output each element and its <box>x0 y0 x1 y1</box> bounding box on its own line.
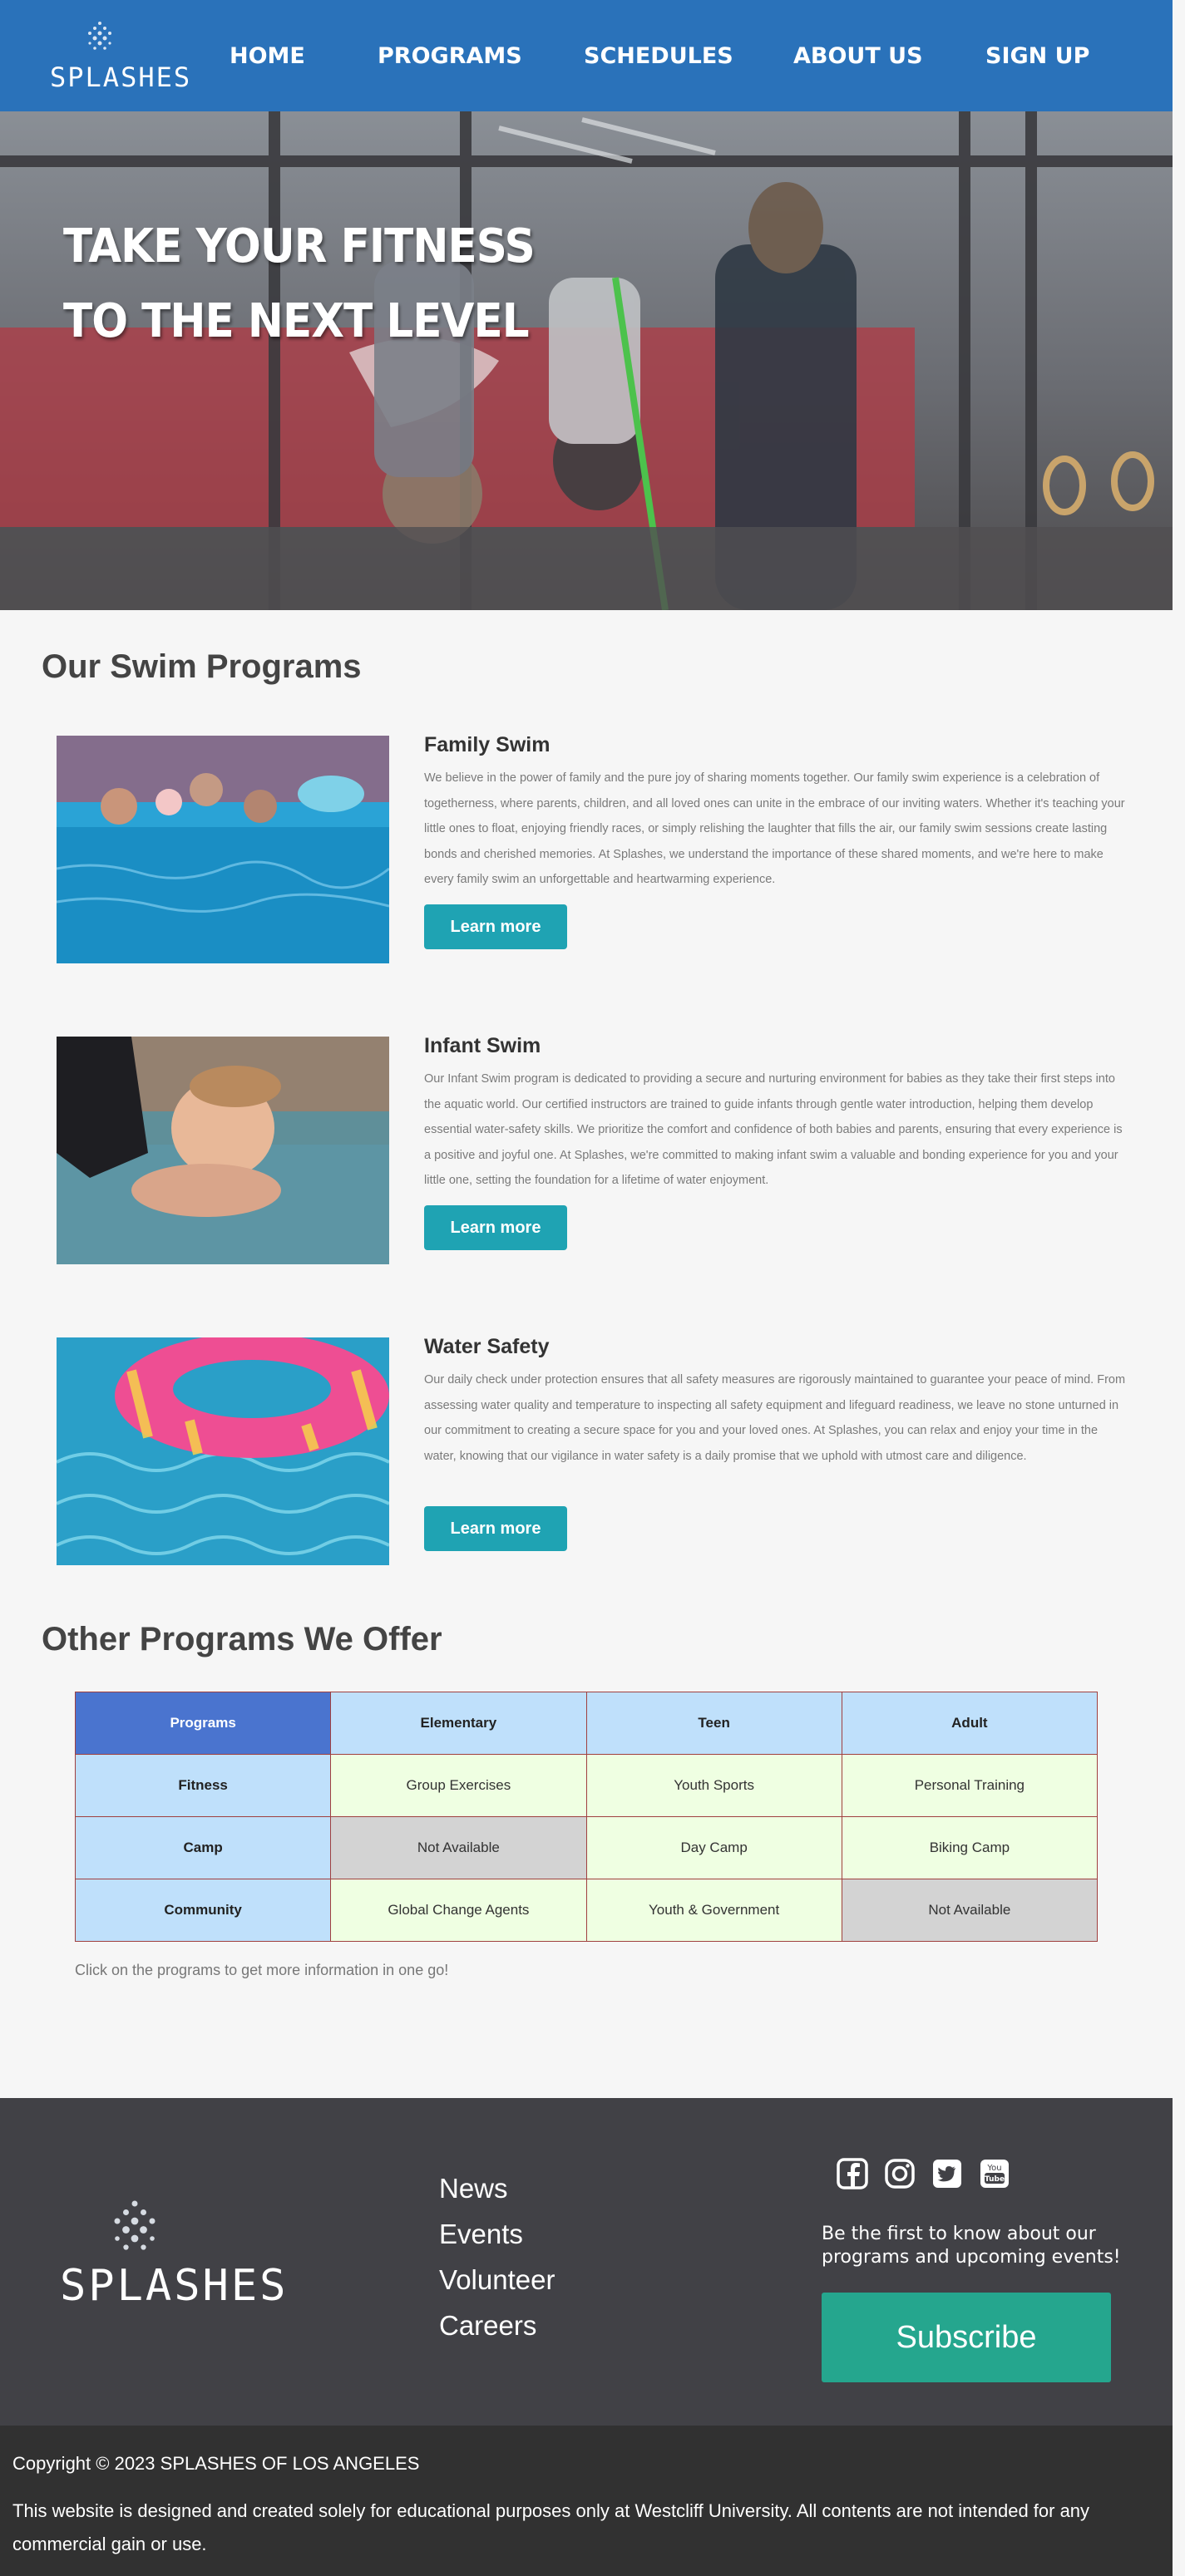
logo-mark-icon <box>114 2200 156 2250</box>
disclaimer-text: This website is designed and created sol… <box>12 2500 1090 2554</box>
hero-headline-line2: TO THE NEXT LEVEL <box>63 294 530 348</box>
logo[interactable]: SPLASHES <box>50 20 192 96</box>
table-cell[interactable]: Global Change Agents <box>330 1879 587 1942</box>
row-header: Camp <box>74 1816 332 1879</box>
program-title: Water Safety <box>424 1335 550 1358</box>
footer-logo-text: SPLASHES <box>60 2261 289 2311</box>
hero-banner: TAKE YOUR FITNESS TO THE NEXT LEVEL <box>0 111 1173 610</box>
table-row: Camp Not Available Day Camp Biking Camp <box>74 1816 1099 1879</box>
table-cell[interactable]: Day Camp <box>585 1816 842 1879</box>
nav-schedules[interactable]: SCHEDULES <box>584 43 733 69</box>
row-header: Community <box>74 1879 332 1942</box>
table-cell[interactable]: Personal Training <box>841 1754 1099 1817</box>
row-header: Fitness <box>74 1754 332 1817</box>
family-swim-image <box>57 736 389 963</box>
facebook-icon[interactable] <box>837 2158 868 2189</box>
hero-gym-image <box>0 111 1173 610</box>
table-cell[interactable]: Youth & Government <box>585 1879 842 1942</box>
table-header: Adult <box>841 1692 1099 1755</box>
table-row: Community Global Change Agents Youth & G… <box>74 1879 1099 1942</box>
water-safety-image <box>57 1337 389 1565</box>
program-title: Family Swim <box>424 733 551 756</box>
svg-text:You: You <box>986 2164 1001 2173</box>
table-row: Fitness Group Exercises Youth Sports Per… <box>74 1754 1099 1817</box>
nav-home[interactable]: HOME <box>230 43 305 69</box>
footer-link-events[interactable]: Events <box>439 2219 523 2250</box>
youtube-icon[interactable]: You Tube <box>979 2158 1010 2189</box>
site-footer: SPLASHES News Events Volunteer Careers Y… <box>0 2098 1173 2426</box>
nav-programs[interactable]: PROGRAMS <box>378 43 522 69</box>
footer-link-news[interactable]: News <box>439 2173 508 2204</box>
footer-logo[interactable]: SPLASHES <box>60 2198 289 2331</box>
site-header: SPLASHES HOME PROGRAMS SCHEDULES ABOUT U… <box>0 0 1173 111</box>
other-programs-title: Other Programs We Offer <box>42 1621 442 1657</box>
programs-table: Programs Elementary Teen Adult Fitness G… <box>74 1692 1099 1942</box>
program-description: We believe in the power of family and th… <box>424 771 1125 886</box>
nav-sign-up[interactable]: SIGN UP <box>985 43 1089 69</box>
footer-link-volunteer[interactable]: Volunteer <box>439 2264 555 2296</box>
program-description: Our daily check under protection ensures… <box>424 1373 1126 1463</box>
program-title: Infant Swim <box>424 1034 541 1057</box>
logo-mark-icon <box>88 22 111 50</box>
table-cell-unavailable: Not Available <box>330 1816 587 1879</box>
twitter-icon[interactable] <box>931 2158 963 2189</box>
program-description: Our Infant Swim program is dedicated to … <box>424 1072 1123 1187</box>
swim-programs-title: Our Swim Programs <box>42 648 362 685</box>
table-cell[interactable]: Group Exercises <box>330 1754 587 1817</box>
footer-tagline: Be the first to know about our programs … <box>822 2224 1121 2268</box>
subscribe-button[interactable]: Subscribe <box>822 2293 1111 2382</box>
table-cell[interactable]: Biking Camp <box>841 1816 1099 1879</box>
hero-headline-line1: TAKE YOUR FITNESS <box>63 219 536 273</box>
table-header-row: Programs Elementary Teen Adult <box>74 1692 1099 1755</box>
table-note: Click on the programs to get more inform… <box>75 1962 449 1978</box>
learn-more-button[interactable]: Learn more <box>424 1205 567 1250</box>
nav-about-us[interactable]: ABOUT US <box>793 43 923 69</box>
instagram-icon[interactable] <box>884 2158 916 2189</box>
footer-link-careers[interactable]: Careers <box>439 2310 536 2342</box>
learn-more-button[interactable]: Learn more <box>424 904 567 949</box>
svg-text:Tube: Tube <box>985 2175 1005 2184</box>
copyright-text: Copyright © 2023 SPLASHES OF LOS ANGELES <box>12 2453 420 2474</box>
copyright-bar: Copyright © 2023 SPLASHES OF LOS ANGELES… <box>0 2426 1173 2576</box>
table-header: Teen <box>585 1692 842 1755</box>
logo-text: SPLASHES <box>50 62 192 93</box>
table-header: Programs <box>74 1692 332 1755</box>
learn-more-button[interactable]: Learn more <box>424 1506 567 1551</box>
table-cell-unavailable: Not Available <box>841 1879 1099 1942</box>
infant-swim-image <box>57 1037 389 1264</box>
table-cell[interactable]: Youth Sports <box>585 1754 842 1817</box>
table-header: Elementary <box>330 1692 587 1755</box>
